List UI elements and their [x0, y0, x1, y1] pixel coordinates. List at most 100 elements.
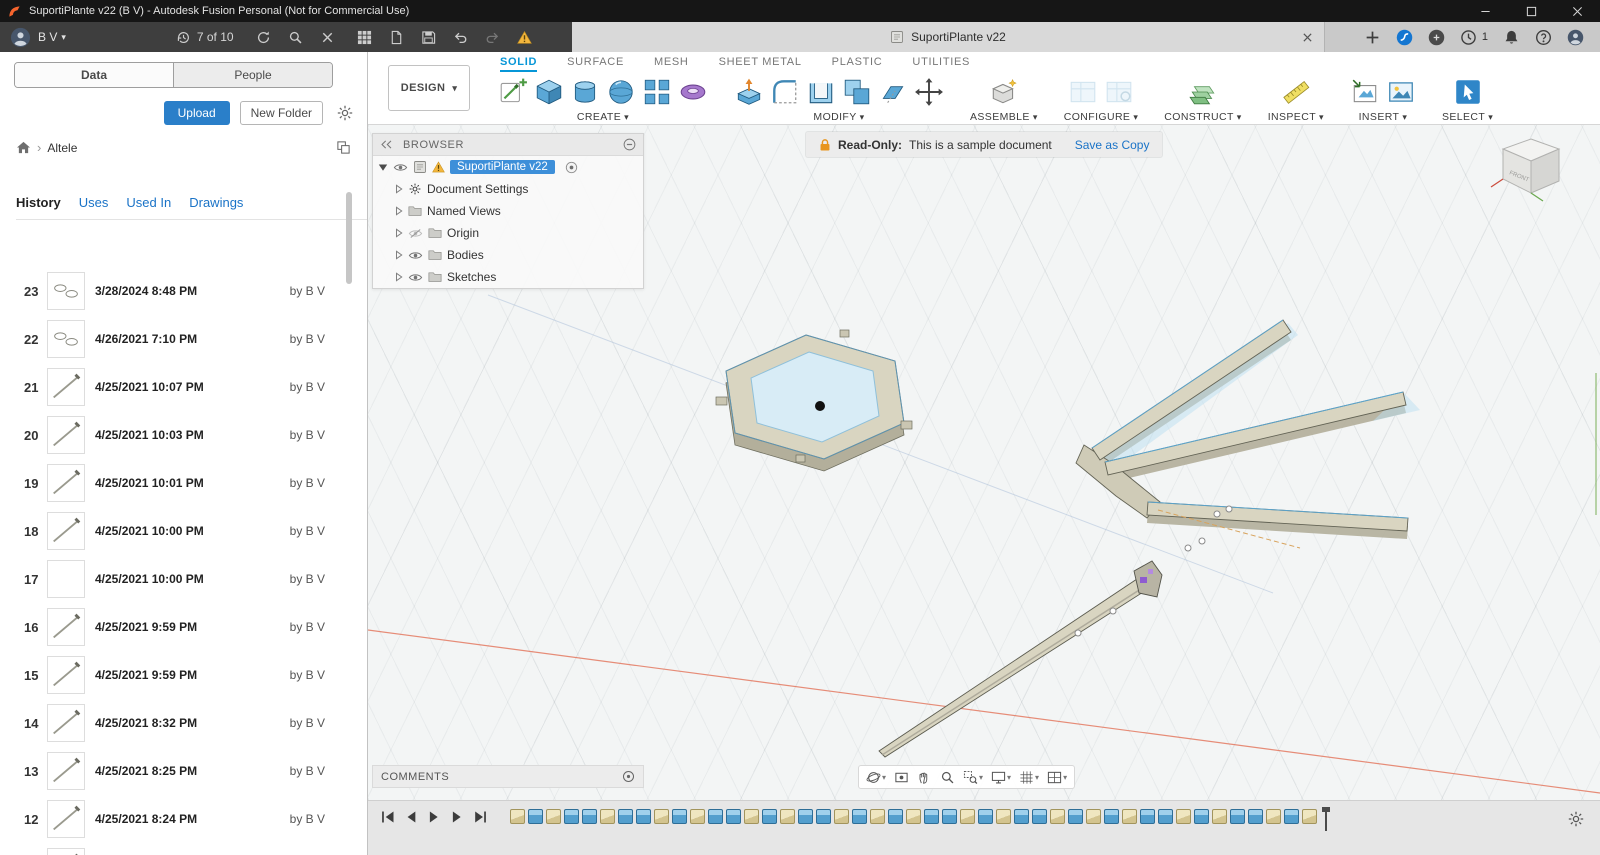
close-icon[interactable]	[320, 30, 335, 45]
configuration-icon[interactable]	[1068, 77, 1098, 107]
timeline-sketch-feature[interactable]	[834, 809, 849, 824]
version-thumbnail[interactable]	[47, 512, 85, 550]
cylinder-icon[interactable]	[570, 77, 600, 107]
undo-icon[interactable]	[453, 30, 468, 45]
timeline-sketch-feature[interactable]	[546, 809, 561, 824]
version-thumbnail[interactable]	[47, 848, 85, 855]
ribbon-group-label-insert[interactable]: INSERT ▾	[1359, 111, 1408, 123]
new-component-icon[interactable]	[989, 77, 1019, 107]
plus-icon[interactable]	[1364, 29, 1381, 46]
version-item[interactable]: 12 4/25/2021 8:24 PM by B V	[0, 795, 367, 843]
timeline-sketch-feature[interactable]	[1266, 809, 1281, 824]
tab-data[interactable]: Data	[15, 63, 173, 87]
maximize-button[interactable]	[1508, 0, 1554, 22]
sphere-icon[interactable]	[606, 77, 636, 107]
timeline-feature-feature[interactable]	[942, 809, 957, 824]
ribbon-group-label-configure[interactable]: CONFIGURE ▾	[1064, 111, 1139, 123]
timeline-feature-feature[interactable]	[726, 809, 741, 824]
tab-people[interactable]: People	[173, 63, 332, 87]
extensions-icon[interactable]	[1428, 29, 1445, 46]
timeline-sketch-feature[interactable]	[960, 809, 975, 824]
version-item[interactable]: 21 4/25/2021 10:07 PM by B V	[0, 363, 367, 411]
orbit-button[interactable]: ▾	[866, 770, 886, 785]
timeline-feature-feature[interactable]	[1230, 809, 1245, 824]
viewport[interactable]: FRONT BROWSER SuportiPlante v22 Document…	[368, 125, 1600, 800]
timeline-sketch-feature[interactable]	[1212, 809, 1227, 824]
minimize-button[interactable]	[1462, 0, 1508, 22]
u-frame-body[interactable]	[1075, 319, 1420, 552]
insert-canvas-icon[interactable]	[1350, 77, 1380, 107]
version-item[interactable]: 22 4/26/2021 7:10 PM by B V	[0, 315, 367, 363]
version-item[interactable]: 17 4/25/2021 10:00 PM by B V	[0, 555, 367, 603]
version-item[interactable]: 14 4/25/2021 8:32 PM by B V	[0, 699, 367, 747]
tab-drawings[interactable]: Drawings	[189, 195, 243, 210]
upload-button[interactable]: Upload	[163, 101, 230, 125]
user-avatar[interactable]	[10, 27, 31, 48]
ribbon-group-label-modify[interactable]: MODIFY ▾	[813, 111, 864, 123]
ribbon-tab-surface[interactable]: SURFACE	[567, 56, 624, 72]
timeline-sketch-feature[interactable]	[1302, 809, 1317, 824]
ribbon-tab-sheet-metal[interactable]: SHEET METAL	[719, 56, 802, 72]
timeline-sketch-feature[interactable]	[1050, 809, 1065, 824]
warning-icon[interactable]	[516, 30, 532, 45]
version-item[interactable]: 18 4/25/2021 10:00 PM by B V	[0, 507, 367, 555]
ribbon-tab-utilities[interactable]: UTILITIES	[912, 56, 970, 72]
insert-image-icon[interactable]	[1386, 77, 1416, 107]
data-panel-settings-icon[interactable]	[337, 105, 353, 121]
timeline-sketch-feature[interactable]	[1122, 809, 1137, 824]
timeline-feature-feature[interactable]	[1032, 809, 1047, 824]
zoom-window-button[interactable]: ▾	[963, 770, 983, 785]
comments-marker-icon[interactable]	[622, 770, 635, 783]
look-at-button[interactable]	[894, 770, 909, 785]
eye-icon[interactable]	[408, 272, 423, 283]
timeline-settings-icon[interactable]	[1568, 811, 1584, 827]
browser-node-origin[interactable]: Origin	[373, 222, 643, 244]
save-icon[interactable]	[421, 30, 436, 45]
version-item[interactable]: 114/25/2021 8:21 PMby B V	[0, 843, 367, 855]
select-icon[interactable]	[1453, 77, 1483, 107]
timeline-sketch-feature[interactable]	[996, 809, 1011, 824]
eye-off-icon[interactable]	[408, 228, 423, 239]
ribbon-group-label-construct[interactable]: CONSTRUCT ▾	[1164, 111, 1241, 123]
fusion-logo-icon[interactable]	[1396, 29, 1413, 46]
shell-icon[interactable]	[806, 77, 836, 107]
offset-face-icon[interactable]	[878, 77, 908, 107]
workspace-switcher[interactable]: DESIGN ▾	[387, 65, 471, 111]
step-forward-icon[interactable]	[449, 809, 465, 825]
timeline-feature-feature[interactable]	[816, 809, 831, 824]
version-thumbnail[interactable]	[47, 608, 85, 646]
home-icon[interactable]	[16, 141, 31, 154]
job-status-icon[interactable]	[1460, 29, 1477, 46]
tri-right-icon[interactable]	[395, 272, 403, 282]
press-pull-icon[interactable]	[734, 77, 764, 107]
timeline-sketch-feature[interactable]	[654, 809, 669, 824]
viewcube[interactable]: FRONT	[1490, 138, 1561, 202]
tri-right-icon[interactable]	[395, 184, 403, 194]
ribbon-group-label-assemble[interactable]: ASSEMBLE ▾	[970, 111, 1038, 123]
timeline-feature-feature[interactable]	[618, 809, 633, 824]
browser-node-document-settings[interactable]: Document Settings	[373, 178, 643, 200]
browser-node-bodies[interactable]: Bodies	[373, 244, 643, 266]
version-thumbnail[interactable]	[47, 320, 85, 358]
timeline-feature-feature[interactable]	[852, 809, 867, 824]
timeline-sketch-feature[interactable]	[1086, 809, 1101, 824]
help-icon[interactable]	[1535, 29, 1552, 46]
eye-icon[interactable]	[408, 250, 423, 261]
version-thumbnail[interactable]	[47, 560, 85, 598]
comments-bar[interactable]: COMMENTS	[372, 765, 644, 788]
pan-button[interactable]	[917, 770, 932, 785]
expand-arrow-icon[interactable]	[378, 163, 388, 172]
document-tab[interactable]: SuportiPlante v22	[572, 22, 1325, 52]
browser-root-label[interactable]: SuportiPlante v22	[450, 160, 555, 174]
measure-icon[interactable]	[1281, 77, 1311, 107]
scrollbar-thumb[interactable]	[346, 192, 352, 284]
timeline-sketch-feature[interactable]	[690, 809, 705, 824]
timeline-feature-feature[interactable]	[762, 809, 777, 824]
save-as-copy-link[interactable]: Save as Copy	[1075, 138, 1150, 152]
tab-uses[interactable]: Uses	[79, 195, 109, 210]
configuration-table-icon[interactable]	[1104, 77, 1134, 107]
close-button[interactable]	[1554, 0, 1600, 22]
pattern-icon[interactable]	[642, 77, 672, 107]
combine-icon[interactable]	[842, 77, 872, 107]
tab-used-in[interactable]: Used In	[126, 195, 171, 210]
